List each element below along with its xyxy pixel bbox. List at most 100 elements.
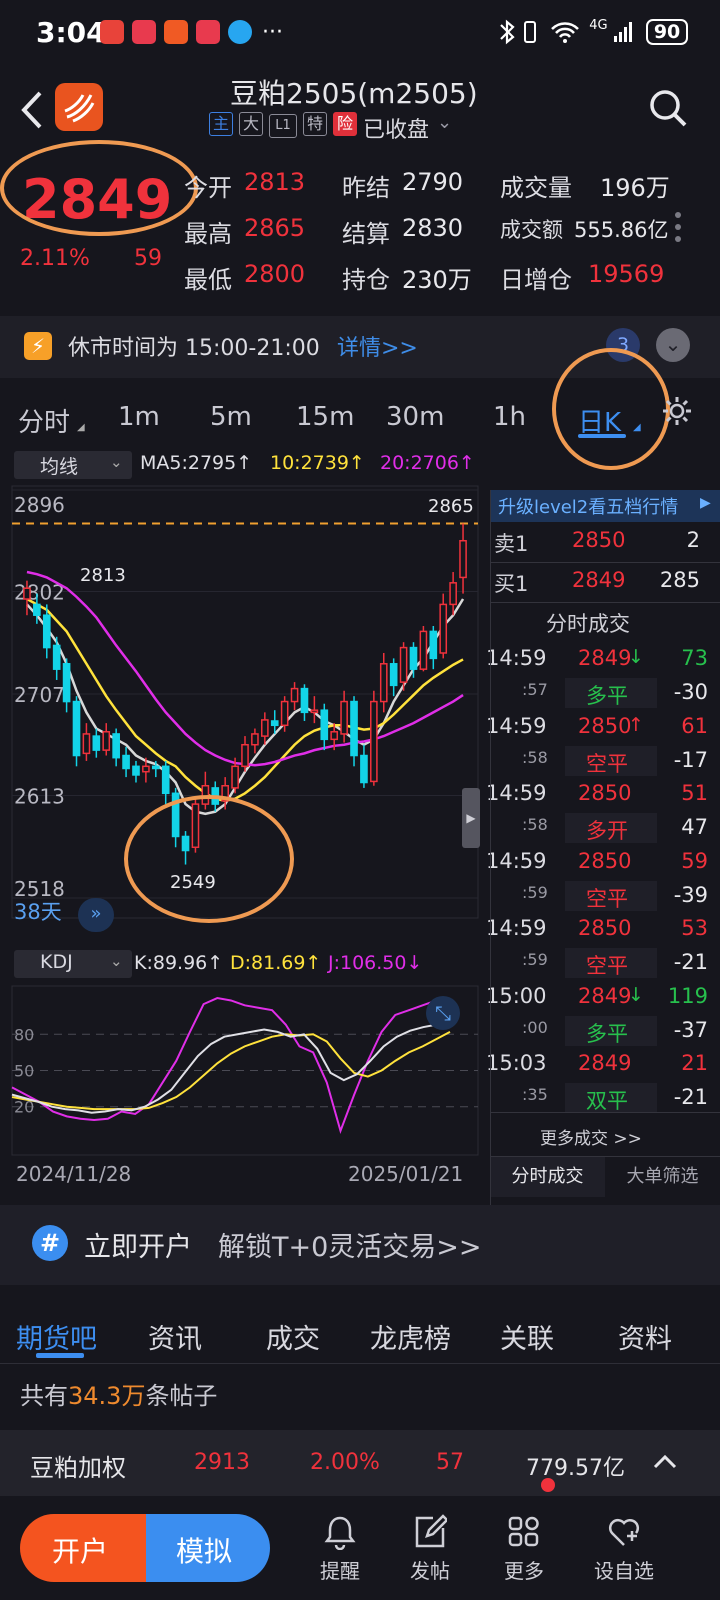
- candle: [260, 712, 269, 745]
- divider: [0, 1363, 720, 1364]
- weighted-index-bar[interactable]: 豆粕加权 2913 2.00% 57 779.57亿: [0, 1430, 720, 1496]
- tag-special: 特: [303, 112, 327, 136]
- nav-reminder[interactable]: 提醒: [300, 1496, 380, 1584]
- level2-upgrade-banner[interactable]: 升级level2看五档行情 ▶: [490, 490, 720, 522]
- trade-time: 14:59: [486, 713, 547, 738]
- bid1-price: 2849: [572, 568, 626, 592]
- app-logo-icon: [55, 83, 103, 131]
- tab-deals[interactable]: 成交: [266, 1317, 320, 1356]
- more-trades-link[interactable]: 更多成交 >>: [540, 1124, 642, 1149]
- search-icon[interactable]: [648, 88, 688, 128]
- kdj-level-label: 50: [14, 1062, 34, 1081]
- candle: [132, 760, 140, 783]
- more-vertical-icon[interactable]: [675, 212, 681, 242]
- settings-gear-icon[interactable]: [660, 394, 694, 428]
- tab-big-order-filter[interactable]: 大单筛选: [605, 1157, 720, 1197]
- candle: [439, 593, 448, 659]
- trade-delta: -21: [673, 1085, 708, 1109]
- trade-second: :35: [522, 1085, 548, 1104]
- tab-related[interactable]: 关联: [500, 1317, 554, 1356]
- lightning-icon: ⚡: [24, 332, 52, 360]
- notice-text: 休市时间为 15:00-21:00: [68, 336, 320, 361]
- candle: [72, 696, 81, 767]
- tab-1m[interactable]: 1m: [118, 402, 160, 432]
- candle: [350, 696, 358, 767]
- bell-icon: [324, 1516, 356, 1551]
- panel-toggle-handle[interactable]: ▶: [462, 788, 480, 848]
- kdj-selector[interactable]: KDJ ⌄: [14, 950, 132, 978]
- trade-price: 2850: [578, 916, 632, 940]
- tab-news[interactable]: 资讯: [148, 1317, 202, 1356]
- nav-post-label: 发帖: [410, 1559, 450, 1583]
- candle: [241, 736, 249, 772]
- app-notification-icon: [164, 20, 188, 44]
- notice-detail-link[interactable]: 详情>>: [337, 330, 418, 362]
- simulate-button[interactable]: 模拟: [146, 1514, 270, 1582]
- candle: [449, 572, 457, 616]
- trades-title: 分时成交: [546, 612, 630, 636]
- open-label: 2813: [80, 565, 126, 586]
- tab-30m[interactable]: 30m: [386, 402, 444, 432]
- fullscreen-expand-icon[interactable]: ⤡: [426, 996, 460, 1030]
- y-tick-label: 2707: [14, 683, 65, 707]
- bid1-label: 买1: [494, 572, 529, 596]
- quote-value: 2830: [402, 214, 464, 242]
- app-notification-icon: [196, 20, 220, 44]
- trade-volume: 119: [667, 983, 708, 1008]
- tab-5m[interactable]: 5m: [210, 402, 252, 432]
- back-icon[interactable]: [18, 90, 44, 130]
- quote-value: 230万: [402, 266, 472, 294]
- chevron-down-icon: ⌄: [110, 952, 123, 970]
- trade-kind: 空平: [586, 886, 628, 911]
- nav-more[interactable]: 更多: [484, 1478, 564, 1584]
- trade-time: 15:03: [486, 1051, 547, 1075]
- tab-15m[interactable]: 15m: [296, 402, 354, 432]
- trade-price: 2850: [578, 713, 632, 738]
- red-dot-badge: [541, 1478, 555, 1492]
- trade-time: 15:00: [486, 983, 547, 1008]
- quote-value: 196万: [600, 174, 670, 202]
- quote-value: 19569: [588, 260, 665, 288]
- header: 豆粕2505(m2505) 主大 L1 特险已收盘 ⌄: [0, 70, 720, 150]
- candle: [379, 652, 388, 713]
- market-status[interactable]: 已收盘: [363, 118, 429, 143]
- tab-1h[interactable]: 1h: [493, 402, 526, 432]
- candle: [82, 723, 91, 761]
- quote-label: 最高: [184, 220, 232, 248]
- open-account-button-label: 开户: [52, 1535, 109, 1568]
- open-account-banner[interactable]: # 立即开户 解锁T+0灵活交易>>: [0, 1205, 720, 1285]
- change-amount: 59: [134, 246, 162, 271]
- trade-volume: 73: [681, 646, 708, 670]
- trade-second: :58: [522, 747, 548, 767]
- open-account-button[interactable]: 开户: [20, 1514, 146, 1582]
- candle: [310, 696, 319, 724]
- trade-second: :59: [522, 882, 548, 902]
- expand-double-arrow-icon[interactable]: »: [78, 898, 114, 932]
- orderbook-ask1[interactable]: 卖1 2850 2: [490, 526, 720, 560]
- nav-watchlist[interactable]: 设自选: [584, 1496, 664, 1584]
- tab-futures-bar[interactable]: 期货吧: [16, 1317, 97, 1356]
- quote-label: 日增仓: [500, 266, 572, 294]
- trade-kind: 空平: [586, 751, 628, 776]
- tab-intraday[interactable]: 分时: [18, 402, 70, 439]
- tag-risk: 险: [333, 112, 357, 136]
- tag-l1: L1: [269, 114, 297, 138]
- trade-price: 2849: [578, 1051, 632, 1075]
- candle: [112, 728, 120, 767]
- tab-dragon-tiger[interactable]: 龙虎榜: [370, 1317, 451, 1356]
- posts-suffix: 条帖子: [145, 1382, 218, 1410]
- trade-second: :00: [522, 1017, 548, 1037]
- trade-second: :59: [522, 950, 548, 969]
- nav-post[interactable]: 发帖: [390, 1496, 470, 1584]
- tab-profile[interactable]: 资料: [618, 1317, 672, 1356]
- chevron-up-icon[interactable]: [652, 1452, 678, 1470]
- orderbook-bid1[interactable]: 买1 2849 285: [490, 566, 720, 600]
- trade-kind: 多平: [586, 1021, 628, 1046]
- vibrate-icon: [524, 21, 537, 43]
- period-tabs: 分时 ◢ 1m 5m 15m 30m 1h 日K ◢: [0, 348, 720, 470]
- collapse-chevron-icon[interactable]: ⌄: [656, 328, 690, 362]
- chevron-down-icon[interactable]: ⌄: [437, 112, 452, 133]
- tab-time-trades[interactable]: 分时成交: [490, 1157, 605, 1197]
- candle: [251, 728, 259, 754]
- quote-value: 2813: [244, 168, 306, 196]
